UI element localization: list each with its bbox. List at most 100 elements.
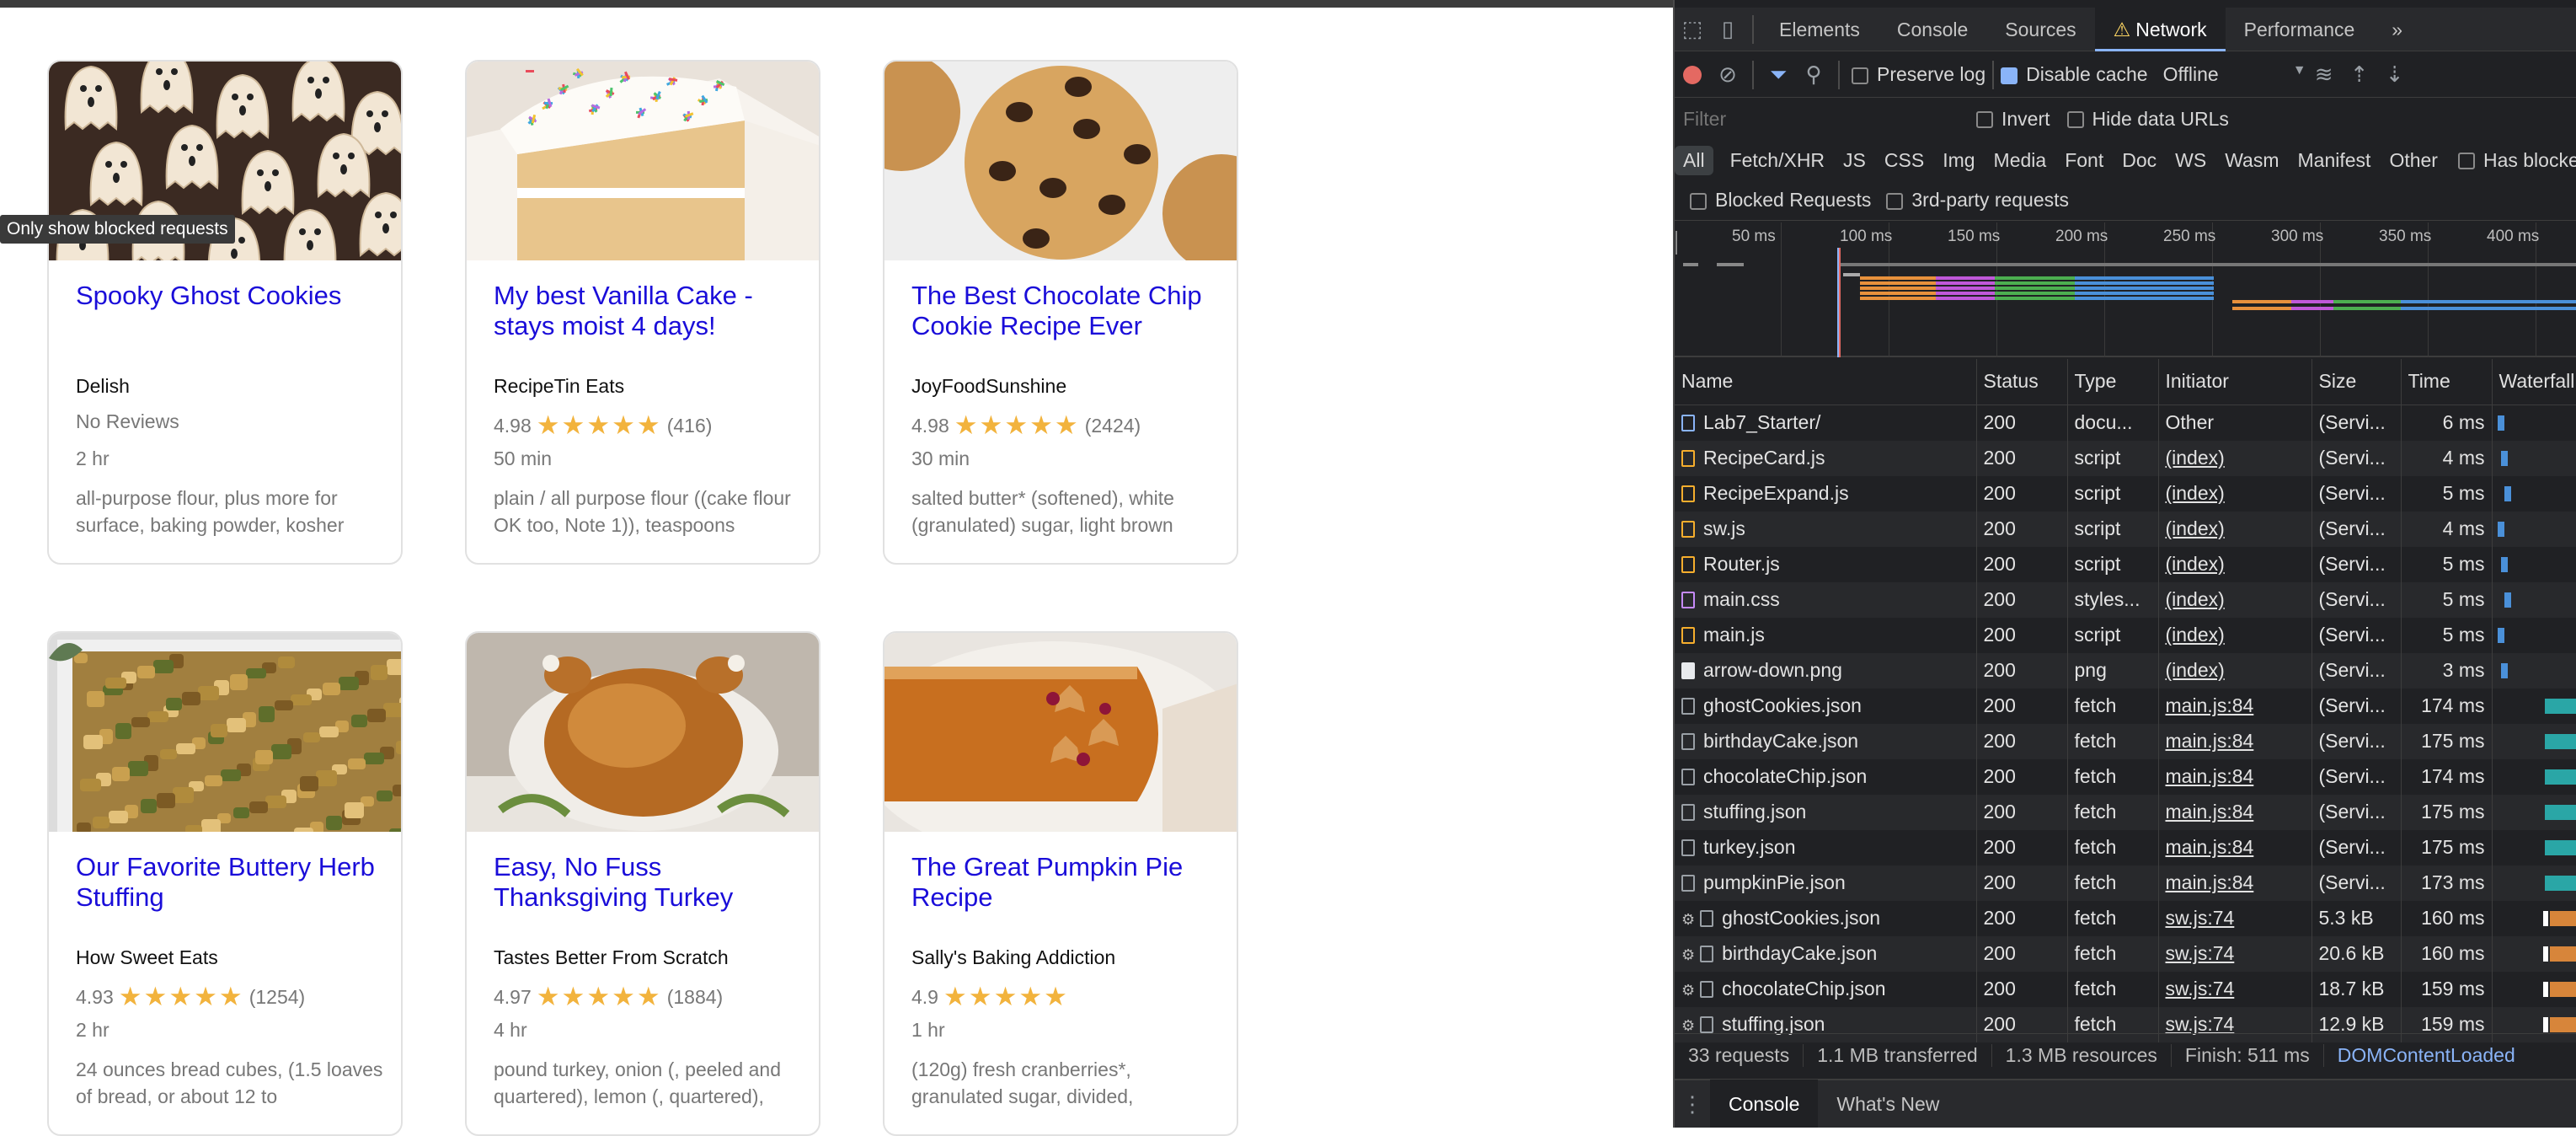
recipe-card[interactable]: The Great Pumpkin Pie RecipeSally's Baki… [883,631,1238,1136]
table-row[interactable]: main.js200script(index)(Servi...5 ms [1675,618,2576,653]
disable-cache-checkbox[interactable]: Disable cache [2001,63,2147,86]
inspect-element-icon[interactable]: ⬚ [1675,12,1710,47]
table-row[interactable]: stuffing.json200fetchmain.js:84(Servi...… [1675,795,2576,830]
column-header-name[interactable]: Name [1675,359,1976,405]
table-row[interactable]: main.css200styles...(index)(Servi...5 ms [1675,582,2576,618]
request-initiator[interactable]: sw.js:74 [2158,972,2311,1007]
type-filter-media[interactable]: Media [1985,146,2055,175]
request-name[interactable]: ⚙chocolateChip.json [1675,972,1976,1007]
type-filter-other[interactable]: Other [2381,146,2446,175]
drawer-menu-icon[interactable]: ⋮ [1675,1086,1710,1122]
request-initiator[interactable]: main.js:84 [2158,830,2311,865]
blocked-requests-checkbox[interactable]: Blocked Requests [1690,189,1871,212]
drawer-tab-whats-new[interactable]: What's New [1818,1080,1958,1128]
request-initiator[interactable]: (index) [2158,618,2311,653]
table-row[interactable]: arrow-down.png200png(index)(Servi...3 ms [1675,653,2576,689]
request-name[interactable]: Router.js [1675,547,1976,582]
request-initiator[interactable]: (index) [2158,441,2311,476]
table-row[interactable]: ⚙birthdayCake.json200fetchsw.js:7420.6 k… [1675,936,2576,972]
request-name[interactable]: stuffing.json [1675,795,1976,830]
record-icon[interactable] [1675,57,1710,93]
tab-elements[interactable]: Elements [1761,8,1879,51]
network-conditions-icon[interactable]: ≋ [2306,57,2342,93]
tab-performance[interactable]: Performance [2226,8,2374,51]
request-name[interactable]: turkey.json [1675,830,1976,865]
request-initiator[interactable]: main.js:84 [2158,724,2311,759]
device-toolbar-icon[interactable]: ▯ [1710,12,1745,47]
type-filter-ws[interactable]: WS [2167,146,2215,175]
recipe-title[interactable]: Our Favorite Buttery Herb Stuffing [76,852,387,913]
clear-icon[interactable]: ⊘ [1710,57,1745,93]
column-header-waterfall[interactable]: Waterfall [2492,359,2576,405]
recipe-title[interactable]: My best Vanilla Cake - stays moist 4 day… [494,281,805,341]
request-initiator[interactable]: sw.js:74 [2158,936,2311,972]
recipe-card[interactable]: Easy, No Fuss Thanksgiving TurkeyTastes … [465,631,820,1136]
column-header-time[interactable]: Time [2401,359,2492,405]
table-row[interactable]: ⚙chocolateChip.json200fetchsw.js:7418.7 … [1675,972,2576,1007]
type-filter-img[interactable]: Img [1934,146,1983,175]
table-row[interactable]: birthdayCake.json200fetchmain.js:84(Serv… [1675,724,2576,759]
filter-input[interactable] [1681,104,1959,133]
has-blocked-cookies-checkbox[interactable]: Has blocked cookies [2458,149,2576,172]
type-filter-wasm[interactable]: Wasm [2216,146,2287,175]
table-row[interactable]: Router.js200script(index)(Servi...5 ms [1675,547,2576,582]
recipe-title[interactable]: The Great Pumpkin Pie Recipe [911,852,1223,913]
preserve-log-checkbox[interactable]: Preserve log [1852,63,1985,86]
recipe-card[interactable]: The Best Chocolate Chip Cookie Recipe Ev… [883,60,1238,565]
request-name[interactable]: ⚙birthdayCake.json [1675,936,1976,972]
table-row[interactable]: sw.js200script(index)(Servi...4 ms [1675,512,2576,547]
type-filter-fetch-xhr[interactable]: Fetch/XHR [1722,146,1833,175]
drawer-tab-console[interactable]: Console [1710,1080,1818,1128]
request-name[interactable]: main.js [1675,618,1976,653]
recipe-card[interactable]: My best Vanilla Cake - stays moist 4 day… [465,60,820,565]
network-overview-timeline[interactable]: 50 ms100 ms150 ms200 ms250 ms300 ms350 m… [1675,222,2576,357]
table-row[interactable]: Lab7_Starter/200docu...Other(Servi...6 m… [1675,405,2576,441]
table-row[interactable]: pumpkinPie.json200fetchmain.js:84(Servi.… [1675,865,2576,901]
search-icon[interactable]: ⚲ [1796,57,1831,93]
table-row[interactable]: turkey.json200fetchmain.js:84(Servi...17… [1675,830,2576,865]
third-party-requests-checkbox[interactable]: 3rd-party requests [1886,189,2069,212]
table-row[interactable]: ghostCookies.json200fetchmain.js:84(Serv… [1675,689,2576,724]
request-name[interactable]: ghostCookies.json [1675,689,1976,724]
request-name[interactable]: birthdayCake.json [1675,724,1976,759]
recipe-title[interactable]: The Best Chocolate Chip Cookie Recipe Ev… [911,281,1223,341]
invert-checkbox[interactable]: Invert [1976,108,2050,131]
tab-sources[interactable]: Sources [1986,8,2094,51]
request-initiator[interactable]: (index) [2158,476,2311,512]
type-filter-all[interactable]: All [1675,146,1713,175]
request-name[interactable]: chocolateChip.json [1675,759,1976,795]
request-name[interactable]: arrow-down.png [1675,653,1976,689]
request-name[interactable]: RecipeCard.js [1675,441,1976,476]
type-filter-css[interactable]: CSS [1876,146,1932,175]
type-filter-doc[interactable]: Doc [2114,146,2165,175]
request-initiator[interactable]: main.js:84 [2158,689,2311,724]
filter-icon[interactable]: ⏷ [1761,57,1796,93]
column-header-size[interactable]: Size [2311,359,2401,405]
request-name[interactable]: ⚙ghostCookies.json [1675,901,1976,936]
request-initiator[interactable]: main.js:84 [2158,759,2311,795]
request-name[interactable]: pumpkinPie.json [1675,865,1976,901]
request-initiator[interactable]: main.js:84 [2158,795,2311,830]
tab-network[interactable]: ⚠Network [2095,8,2226,51]
column-header-initiator[interactable]: Initiator [2158,359,2311,405]
recipe-title[interactable]: Easy, No Fuss Thanksgiving Turkey [494,852,805,913]
hide-data-urls-checkbox[interactable]: Hide data URLs [2067,108,2229,131]
import-har-icon[interactable]: ⇡ [2342,57,2377,93]
request-name[interactable]: Lab7_Starter/ [1675,405,1976,441]
type-filter-manifest[interactable]: Manifest [2290,146,2380,175]
table-row[interactable]: chocolateChip.json200fetchmain.js:84(Ser… [1675,759,2576,795]
recipe-card[interactable]: Spooky Ghost CookiesDelishNo Reviews2 hr… [47,60,403,565]
request-initiator[interactable]: main.js:84 [2158,865,2311,901]
column-header-type[interactable]: Type [2067,359,2158,405]
recipe-title[interactable]: Spooky Ghost Cookies [76,281,387,311]
type-filter-js[interactable]: JS [1835,146,1874,175]
request-name[interactable]: main.css [1675,582,1976,618]
tab-console[interactable]: Console [1879,8,1986,51]
recipe-card[interactable]: Our Favorite Buttery Herb StuffingHow Sw… [47,631,403,1136]
column-header-status[interactable]: Status [1976,359,2067,405]
throttling-select[interactable]: Offline▼ [2163,63,2306,86]
type-filter-font[interactable]: Font [2056,146,2112,175]
table-row[interactable]: RecipeCard.js200script(index)(Servi...4 … [1675,441,2576,476]
export-har-icon[interactable]: ⇣ [2377,57,2413,93]
request-initiator[interactable]: sw.js:74 [2158,901,2311,936]
